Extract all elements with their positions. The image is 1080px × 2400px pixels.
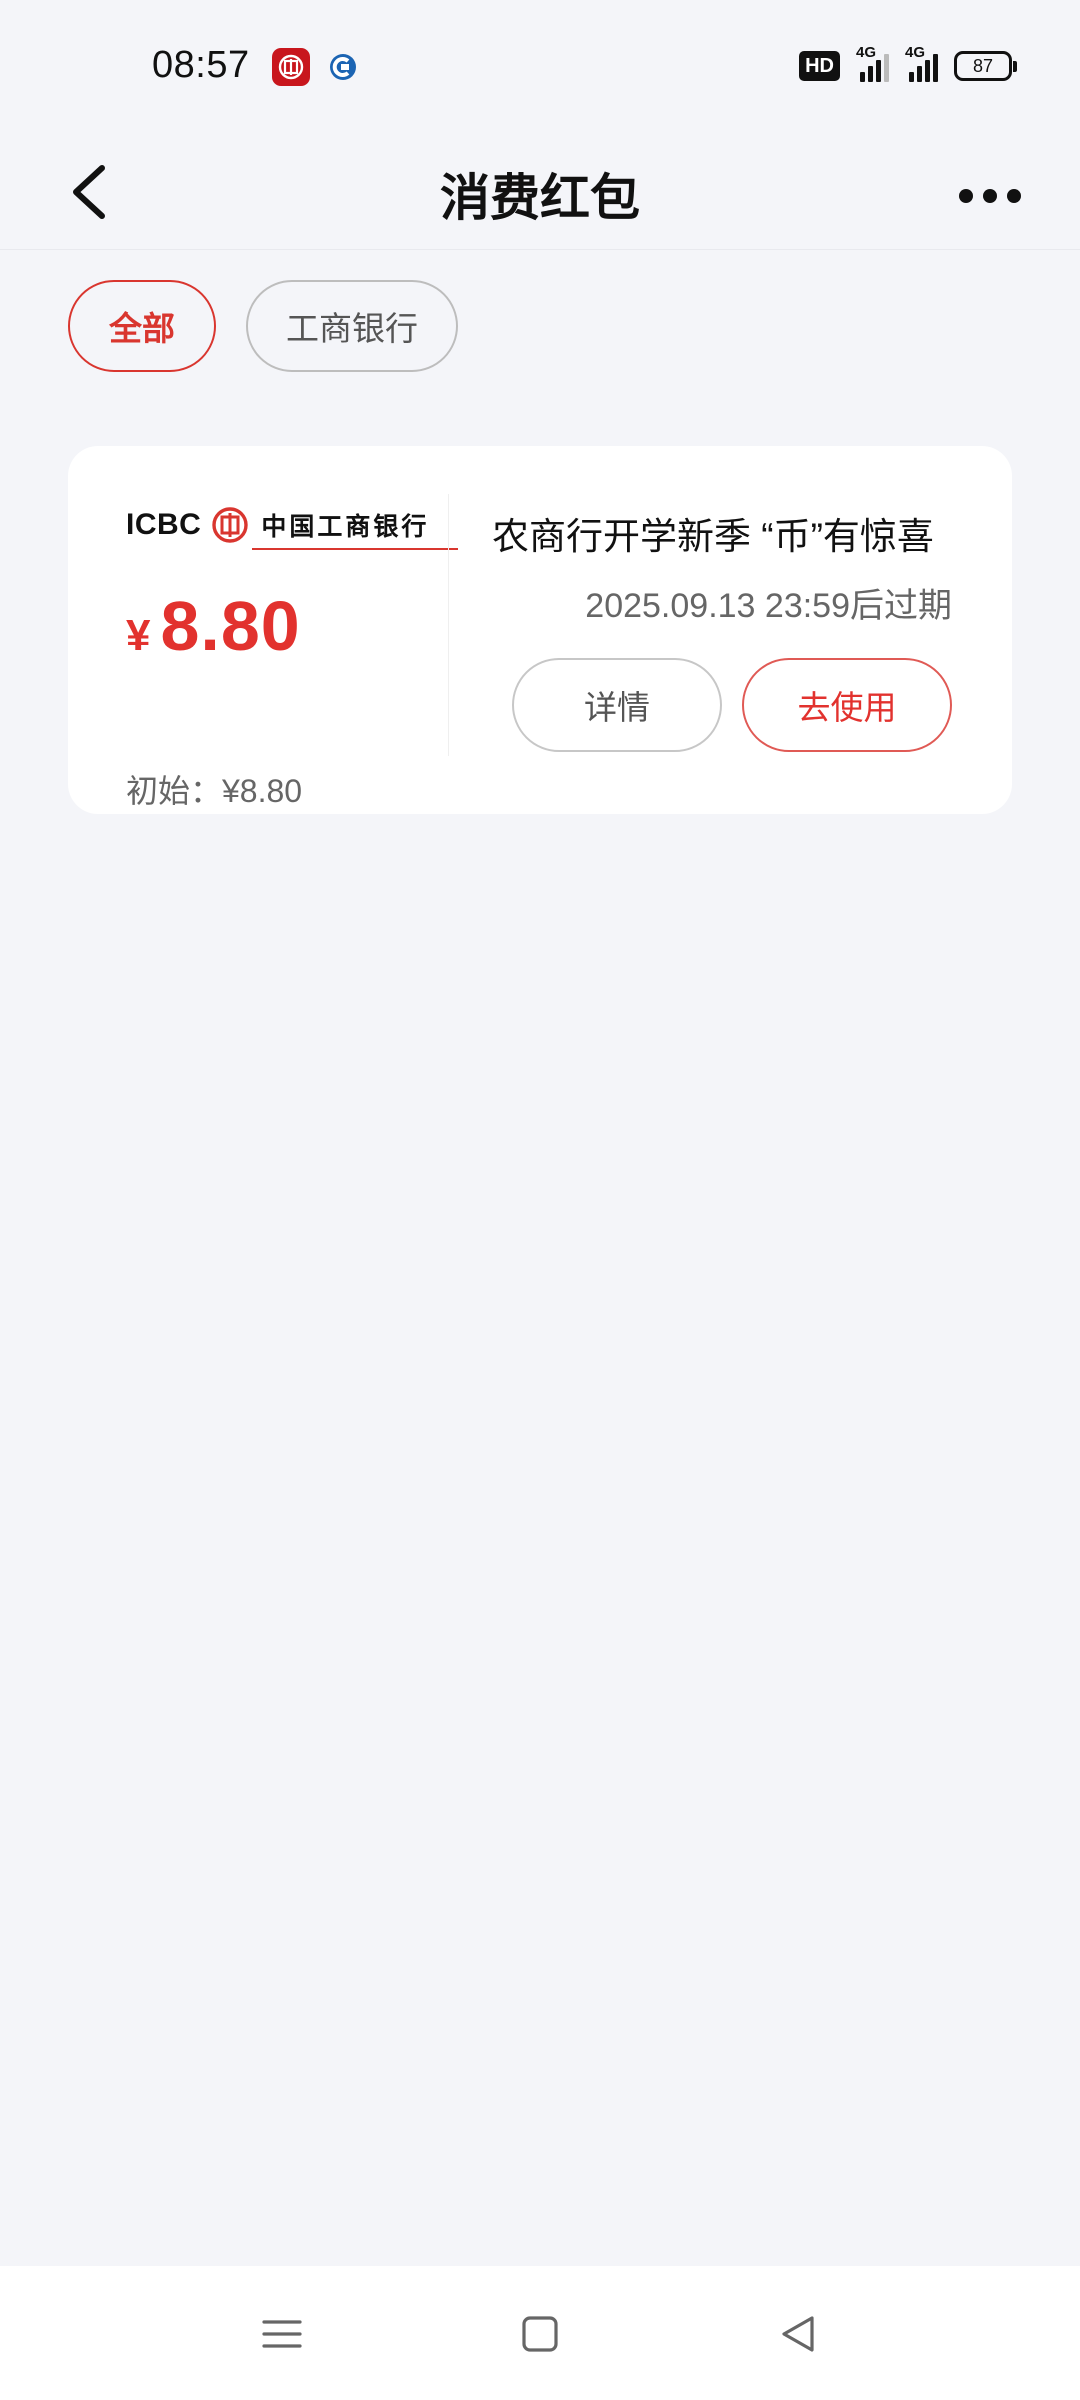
logo-text-en: ICBC: [126, 508, 202, 541]
system-nav-bar: [0, 2266, 1080, 2400]
icbc-app-icon: [272, 48, 310, 86]
filter-all[interactable]: 全部: [68, 280, 216, 372]
signal-icon-1: 4G: [856, 44, 889, 82]
battery-icon: 87: [954, 51, 1017, 81]
icbc-mark-icon: [212, 507, 249, 543]
signal-label-2: 4G: [905, 44, 926, 61]
card-title: 农商行开学新季 “币”有惊喜: [492, 516, 934, 557]
menu-icon: [262, 2320, 302, 2348]
back-triangle-icon: [782, 2316, 814, 2352]
use-button[interactable]: 去使用: [742, 658, 952, 752]
card-amount-section: ICBC 中国工商银行 ¥ 8.80 初始：¥8.80: [126, 504, 458, 809]
page-title: 消费红包: [440, 170, 640, 226]
filter-icbc[interactable]: 工商银行: [246, 280, 458, 372]
filter-tabs: 全部 工商银行: [68, 280, 458, 372]
hd-badge: HD: [799, 51, 840, 81]
status-indicators: HD 4G 4G 87: [799, 44, 1017, 82]
signal-icon-2: 4G: [905, 44, 938, 82]
ccb-app-icon: [324, 48, 362, 86]
red-packet-card: ICBC 中国工商银行 ¥ 8.80 初始：¥8.80 农商行开学新季 “币”有…: [68, 446, 1012, 814]
amount-value: 8.80: [160, 587, 301, 665]
status-time: 08:57: [152, 44, 250, 86]
logo-text-cn: 中国工商银行: [261, 513, 430, 541]
currency-symbol: ¥: [126, 611, 151, 660]
more-dots-icon: [959, 189, 973, 203]
expiry-text: 2025.09.13 23:59后过期: [585, 587, 952, 625]
icbc-logo: ICBC 中国工商银行: [126, 504, 458, 550]
page-header: 消费红包: [0, 136, 1080, 250]
more-button[interactable]: [952, 158, 1028, 234]
signal-label-1: 4G: [856, 44, 877, 61]
detail-button[interactable]: 详情: [512, 658, 722, 752]
card-divider: [448, 494, 449, 756]
initial-amount: 初始：¥8.80: [126, 773, 303, 809]
status-bar: 08:57 HD 4G 4G 87: [0, 0, 1080, 136]
amount: ¥ 8.80: [126, 586, 301, 666]
nav-menu-button[interactable]: [252, 2304, 312, 2364]
home-square-icon: [522, 2316, 558, 2352]
nav-home-button[interactable]: [510, 2304, 570, 2364]
nav-back-button[interactable]: [768, 2304, 828, 2364]
